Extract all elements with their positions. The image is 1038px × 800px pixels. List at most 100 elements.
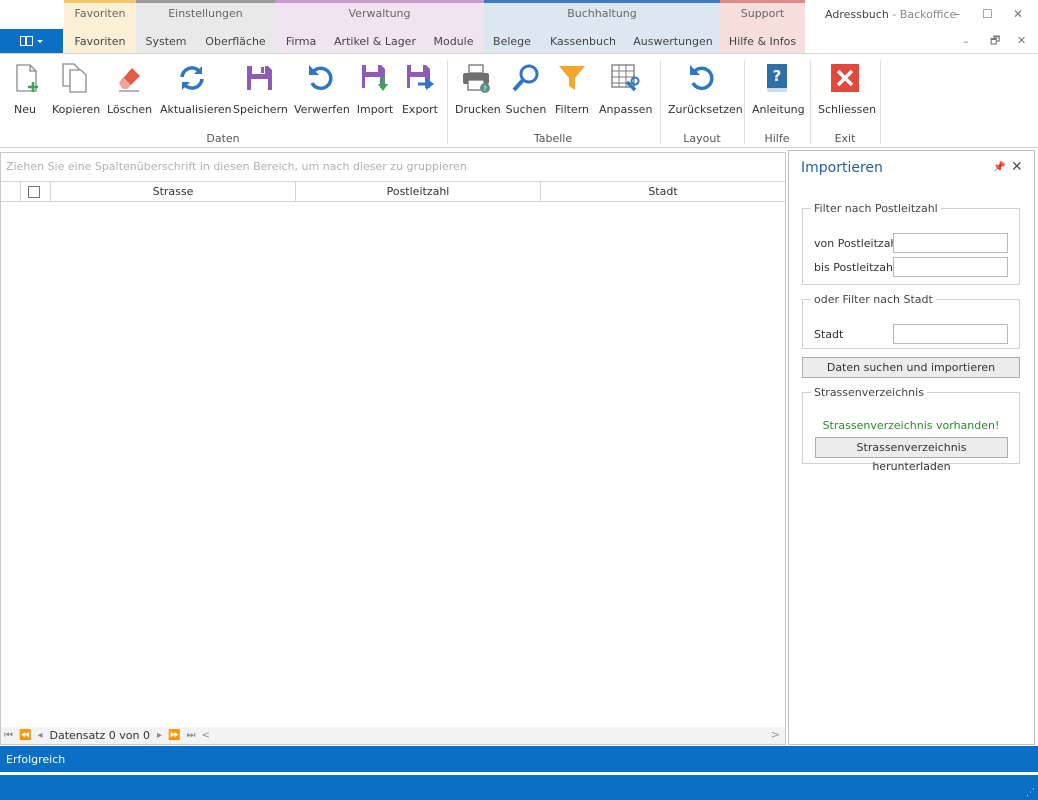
download-streets-button[interactable]: Strassenverzeichnis herunterladen bbox=[815, 437, 1008, 473]
aktualisieren-button[interactable]: Aktualisieren bbox=[160, 62, 232, 122]
schliessen-button[interactable]: Schliessen bbox=[818, 62, 877, 122]
ribbon-separator bbox=[880, 60, 881, 144]
category-verwaltung: Verwaltung bbox=[275, 0, 484, 29]
scroll-left-button[interactable]: < bbox=[199, 730, 213, 741]
app-name: Adressbuch bbox=[825, 8, 889, 21]
prev-page-button[interactable]: ⏪ bbox=[16, 730, 34, 741]
svg-text:?: ? bbox=[483, 85, 487, 93]
status-text: Erfolgreich bbox=[6, 753, 66, 766]
bis-plz-label: bis Postleitzahl bbox=[814, 261, 897, 274]
tab-module[interactable]: Module bbox=[423, 29, 484, 53]
inner-minimize-button[interactable]: – bbox=[963, 36, 969, 48]
close-window-button[interactable]: ✕ bbox=[1013, 8, 1023, 20]
von-plz-input[interactable] bbox=[893, 233, 1008, 253]
speichern-label: Speichern bbox=[233, 103, 288, 116]
maximize-button[interactable]: ☐ bbox=[982, 8, 993, 20]
stadt-input[interactable] bbox=[893, 324, 1008, 344]
column-header-stadt[interactable]: Stadt bbox=[540, 182, 785, 201]
table-customize-icon bbox=[611, 64, 640, 92]
kopieren-label: Kopieren bbox=[52, 103, 101, 116]
address-grid: Ziehen Sie eine Spaltenüberschrift in di… bbox=[0, 152, 786, 745]
close-panel-icon[interactable]: ✕ bbox=[1011, 159, 1023, 175]
drucken-label: Drucken bbox=[455, 103, 501, 116]
save-import-icon bbox=[362, 65, 388, 91]
chevron-down-icon bbox=[37, 39, 43, 43]
panel-title: Importieren bbox=[801, 160, 883, 176]
anpassen-label: Anpassen bbox=[599, 103, 653, 116]
suchen-button[interactable]: Suchen bbox=[505, 62, 547, 122]
bis-plz-input[interactable] bbox=[893, 257, 1008, 277]
tab-hilfe-infos[interactable]: Hilfe & Infos bbox=[720, 29, 805, 53]
inner-restore-button[interactable]: 🗗 bbox=[990, 35, 1000, 47]
resize-grip-icon[interactable]: ⋰ bbox=[1026, 788, 1035, 798]
refresh-icon bbox=[180, 66, 204, 90]
anpassen-button[interactable]: Anpassen bbox=[599, 62, 653, 122]
zuruecksetzen-label: Zurücksetzen bbox=[668, 103, 743, 116]
address-book-icon bbox=[20, 36, 33, 46]
import-panel: Importieren 📌 ✕ Filter nach Postleitzahl… bbox=[788, 150, 1035, 745]
inner-close-button[interactable]: ✕ bbox=[1017, 35, 1026, 47]
printer-icon: ? bbox=[463, 64, 490, 93]
anleitung-button[interactable]: ? Anleitung bbox=[752, 62, 805, 122]
streets-legend: Strassenverzeichnis bbox=[814, 386, 924, 399]
record-counter: Datensatz 0 von 0 bbox=[49, 729, 151, 742]
undo-icon bbox=[309, 65, 333, 91]
record-navigator: ⏮ ⏪ ◂ Datensatz 0 von 0 ▸ ⏩ ⏭ < > bbox=[1, 727, 785, 744]
grid-header: Strasse Postleitzahl Stadt bbox=[1, 181, 785, 202]
last-record-button[interactable]: ⏭ bbox=[184, 730, 199, 741]
help-book-icon: ? bbox=[767, 64, 787, 92]
tab-auswertungen[interactable]: Auswertungen bbox=[626, 29, 720, 53]
drucken-button[interactable]: ? Drucken bbox=[455, 62, 501, 122]
save-icon bbox=[247, 66, 272, 90]
filtern-button[interactable]: Filtern bbox=[554, 62, 590, 122]
verwerfen-button[interactable]: Verwerfen bbox=[294, 62, 350, 122]
import-label: Import bbox=[356, 103, 394, 116]
ribbon: Neu Kopieren Löschen Aktualisieren Speic… bbox=[0, 53, 1038, 148]
pin-icon[interactable]: 📌 bbox=[993, 162, 1005, 173]
export-label: Export bbox=[401, 103, 438, 116]
first-record-button[interactable]: ⏮ bbox=[1, 730, 16, 741]
tab-favoriten[interactable]: Favoriten bbox=[64, 29, 136, 53]
category-einstellungen: Einstellungen bbox=[136, 0, 275, 29]
category-buchhaltung: Buchhaltung bbox=[484, 0, 720, 29]
tab-belege[interactable]: Belege bbox=[484, 29, 540, 53]
von-plz-label: von Postleitzahl bbox=[814, 237, 901, 250]
aktualisieren-label: Aktualisieren bbox=[160, 103, 232, 116]
title-separator: - bbox=[888, 8, 900, 21]
column-header-strasse[interactable]: Strasse bbox=[50, 182, 295, 201]
reset-icon bbox=[690, 65, 714, 91]
search-import-button[interactable]: Daten suchen und importieren bbox=[802, 357, 1020, 378]
import-button[interactable]: Import bbox=[356, 62, 394, 122]
minimize-button[interactable]: – bbox=[954, 8, 960, 20]
zuruecksetzen-button[interactable]: Zurücksetzen bbox=[668, 62, 743, 122]
speichern-button[interactable]: Speichern bbox=[233, 62, 288, 122]
select-all-checkbox[interactable] bbox=[28, 186, 40, 198]
bottom-bar: ⋰ bbox=[0, 775, 1038, 800]
status-bar: Erfolgreich bbox=[0, 746, 1038, 772]
schliessen-label: Schliessen bbox=[818, 103, 877, 116]
export-button[interactable]: Export bbox=[400, 62, 440, 122]
scroll-right-button[interactable]: > bbox=[771, 728, 780, 741]
tab-kassenbuch[interactable]: Kassenbuch bbox=[540, 29, 626, 53]
tab-firma[interactable]: Firma bbox=[275, 29, 327, 53]
tab-system[interactable]: System bbox=[136, 29, 196, 53]
tab-oberflaeche[interactable]: Oberfläche bbox=[196, 29, 275, 53]
copy-icon bbox=[62, 63, 87, 93]
prev-record-button[interactable]: ◂ bbox=[34, 730, 45, 741]
streets-status: Strassenverzeichnis vorhanden! bbox=[822, 419, 1000, 432]
search-icon bbox=[512, 64, 539, 92]
group-label-daten: Daten bbox=[206, 132, 240, 145]
loeschen-button[interactable]: Löschen bbox=[107, 62, 152, 122]
tab-artikel-lager[interactable]: Artikel & Lager bbox=[327, 29, 423, 53]
verwerfen-label: Verwerfen bbox=[294, 103, 350, 116]
group-label-tabelle: Tabelle bbox=[533, 132, 573, 145]
window-context: Backoffice bbox=[899, 8, 957, 21]
app-menu-button[interactable] bbox=[0, 29, 63, 53]
column-header-postleitzahl[interactable]: Postleitzahl bbox=[295, 182, 540, 201]
next-record-button[interactable]: ▸ bbox=[154, 730, 165, 741]
group-by-panel[interactable]: Ziehen Sie eine Spaltenüberschrift in di… bbox=[1, 153, 785, 180]
next-page-button[interactable]: ⏩ bbox=[165, 730, 183, 741]
neu-button[interactable]: Neu bbox=[10, 62, 40, 122]
filter-icon bbox=[559, 66, 585, 90]
kopieren-button[interactable]: Kopieren bbox=[52, 62, 101, 122]
